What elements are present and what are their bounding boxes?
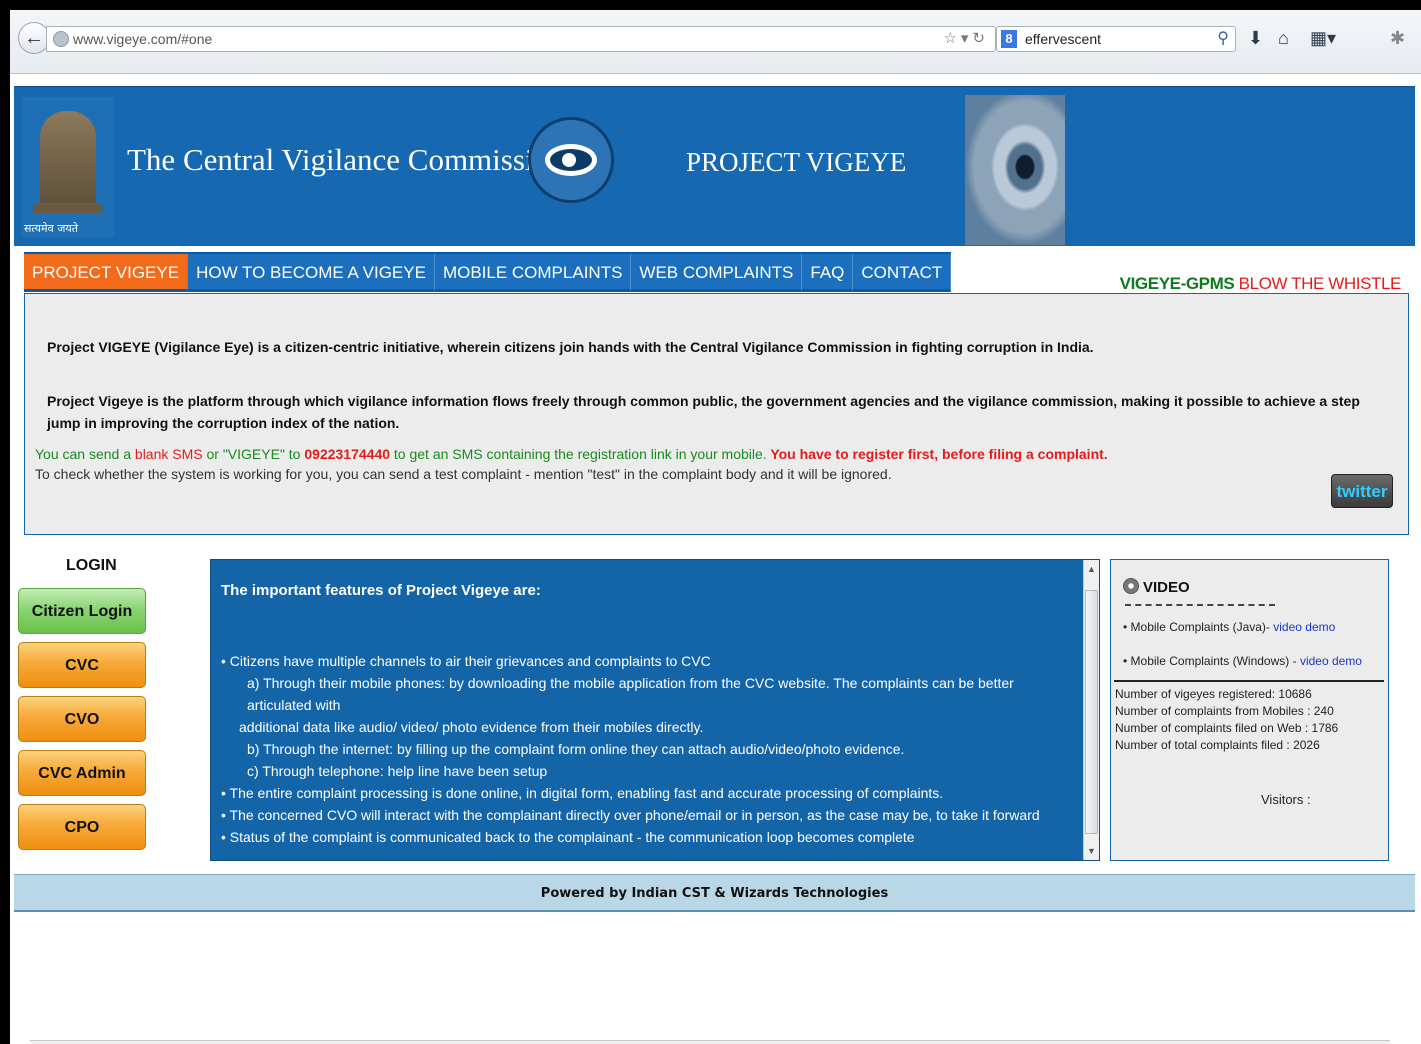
tab-project-vigeye[interactable]: PROJECT VIGEYE xyxy=(24,254,189,292)
cvo-login-button[interactable]: CVO xyxy=(18,696,146,742)
tab-faq[interactable]: FAQ xyxy=(802,254,854,292)
list-item: c) Through telephone: help line have bee… xyxy=(247,763,548,779)
browser-window: ← www.vigeye.com/#one ☆▾↻ 8 effervescent… xyxy=(10,10,1421,1044)
national-emblem: सत्यमेव जयते xyxy=(22,97,114,237)
divider xyxy=(1114,680,1384,682)
list-item: Citizens have multiple channels to air t… xyxy=(221,650,1071,672)
menu-icon[interactable]: ▦▾ xyxy=(1310,28,1336,49)
tab-how-to-become[interactable]: HOW TO BECOME A VIGEYE xyxy=(188,254,435,292)
main-nav: PROJECT VIGEYE HOW TO BECOME A VIGEYE MO… xyxy=(24,252,952,292)
project-title: PROJECT VIGEYE xyxy=(686,147,907,177)
sms-instructions: You can send a blank SMS or "VIGEYE" to … xyxy=(35,444,1335,484)
whistle-link[interactable]: BLOW THE WHISTLE xyxy=(1239,274,1402,293)
status-bar xyxy=(30,1040,1390,1044)
twitter-button[interactable]: twitter xyxy=(1331,474,1393,508)
video-demo-link-windows[interactable]: video demo xyxy=(1300,654,1362,668)
cvc-admin-login-button[interactable]: CVC Admin xyxy=(18,750,146,796)
video-item-windows: • Mobile Complaints (Windows) - video de… xyxy=(1123,654,1362,668)
video-item-label: Mobile Complaints (Java)- xyxy=(1130,620,1274,634)
stat-web-complaints: Number of complaints filed on Web : 1786 xyxy=(1115,721,1339,735)
home-icon[interactable]: ⌂ xyxy=(1278,28,1289,49)
scrollbar-thumb[interactable] xyxy=(1085,590,1098,834)
video-item-label: Mobile Complaints (Windows) - xyxy=(1130,654,1300,668)
video-item-java: • Mobile Complaints (Java)- video demo xyxy=(1123,620,1336,634)
cvc-login-button[interactable]: CVC xyxy=(18,642,146,688)
scroll-down-icon[interactable]: ▼ xyxy=(1087,846,1096,856)
features-title: The important features of Project Vigeye… xyxy=(221,582,541,599)
video-title: VIDEO xyxy=(1123,578,1190,596)
list-item: additional data like audio/ video/ photo… xyxy=(239,719,704,735)
intro-paragraph-1: Project VIGEYE (Vigilance Eye) is a citi… xyxy=(47,339,1094,355)
video-demo-link-java[interactable]: video demo xyxy=(1273,620,1335,634)
sms-blank: blank SMS xyxy=(134,446,203,462)
features-list: Citizens have multiple channels to air t… xyxy=(221,650,1071,848)
search-icon[interactable]: ⚲ xyxy=(1217,27,1229,51)
intro-paragraph-2: Project Vigeye is the platform through w… xyxy=(47,393,1360,431)
stat-registered: Number of vigeyes registered: 10686 xyxy=(1115,687,1312,701)
visitors-label: Visitors : xyxy=(1261,792,1311,807)
search-input[interactable]: 8 effervescent ⚲ xyxy=(996,26,1236,52)
tab-web-complaints[interactable]: WEB COMPLAINTS xyxy=(631,254,803,292)
video-title-text: VIDEO xyxy=(1143,579,1190,596)
login-title: LOGIN xyxy=(66,557,117,574)
features-box[interactable]: The important features of Project Vigeye… xyxy=(210,559,1100,861)
emblem-caption: सत्यमेव जयते xyxy=(24,222,79,235)
sms-text-2: or "VIGEYE" to xyxy=(202,446,305,462)
video-panel: VIDEO • Mobile Complaints (Java)- video … xyxy=(1110,559,1389,861)
sms-number: 09223174440 xyxy=(304,446,391,462)
bookmark-star-icon[interactable]: ☆▾↻ xyxy=(943,27,989,51)
search-value: effervescent xyxy=(1025,31,1102,47)
site-title: The Central Vigilance Commission xyxy=(127,142,565,177)
search-engine-icon[interactable]: 8 xyxy=(1001,30,1017,48)
register-warning: You have to register first, before filin… xyxy=(766,446,1108,462)
citizen-login-button[interactable]: Citizen Login xyxy=(18,588,146,634)
gpms-link[interactable]: VIGEYE-GPMS xyxy=(1120,274,1235,293)
features-scrollbar[interactable]: ▲ ▼ xyxy=(1083,560,1099,860)
download-icon[interactable]: ⬇ xyxy=(1248,28,1263,49)
list-item: The concerned CVO will interact with the… xyxy=(221,804,1071,826)
browser-toolbar: ← www.vigeye.com/#one ☆▾↻ 8 effervescent… xyxy=(10,10,1421,74)
url-text: www.vigeye.com/#one xyxy=(73,31,213,47)
url-bar[interactable]: www.vigeye.com/#one ☆▾↻ xyxy=(46,26,996,52)
stat-mobile-complaints: Number of complaints from Mobiles : 240 xyxy=(1115,704,1334,718)
video-icon xyxy=(1123,578,1139,594)
test-complaint-note: To check whether the system is working f… xyxy=(35,466,892,482)
intro-panel: Project VIGEYE (Vigilance Eye) is a citi… xyxy=(24,293,1409,535)
tab-mobile-complaints[interactable]: MOBILE COMPLAINTS xyxy=(434,254,632,292)
tab-contact[interactable]: CONTACT xyxy=(853,254,952,292)
sms-text-3: to get an SMS containing the registratio… xyxy=(390,446,767,462)
site-header: सत्यमेव जयते The Central Vigilance Commi… xyxy=(14,86,1415,246)
list-item: The entire complaint processing is done … xyxy=(221,782,1071,804)
eye-image xyxy=(965,95,1065,245)
stats-list: Number of vigeyes registered: 10686 Numb… xyxy=(1115,686,1338,754)
globe-icon xyxy=(53,31,69,47)
addon-icon[interactable]: ✱ xyxy=(1390,28,1405,49)
divider xyxy=(1125,604,1275,606)
scroll-up-icon[interactable]: ▲ xyxy=(1087,564,1096,574)
list-item: Status of the complaint is communicated … xyxy=(221,826,1071,848)
list-item: a) Through their mobile phones: by downl… xyxy=(247,675,1014,713)
cvc-logo-icon xyxy=(528,117,614,203)
cpo-login-button[interactable]: CPO xyxy=(18,804,146,850)
header-links: VIGEYE-GPMS BLOW THE WHISTLE xyxy=(1120,274,1402,294)
stat-total-complaints: Number of total complaints filed : 2026 xyxy=(1115,738,1320,752)
sms-text-1: You can send a xyxy=(35,446,135,462)
site-footer: Powered by Indian CST & Wizards Technolo… xyxy=(14,874,1415,912)
list-item: b) Through the internet: by filling up t… xyxy=(247,741,905,757)
